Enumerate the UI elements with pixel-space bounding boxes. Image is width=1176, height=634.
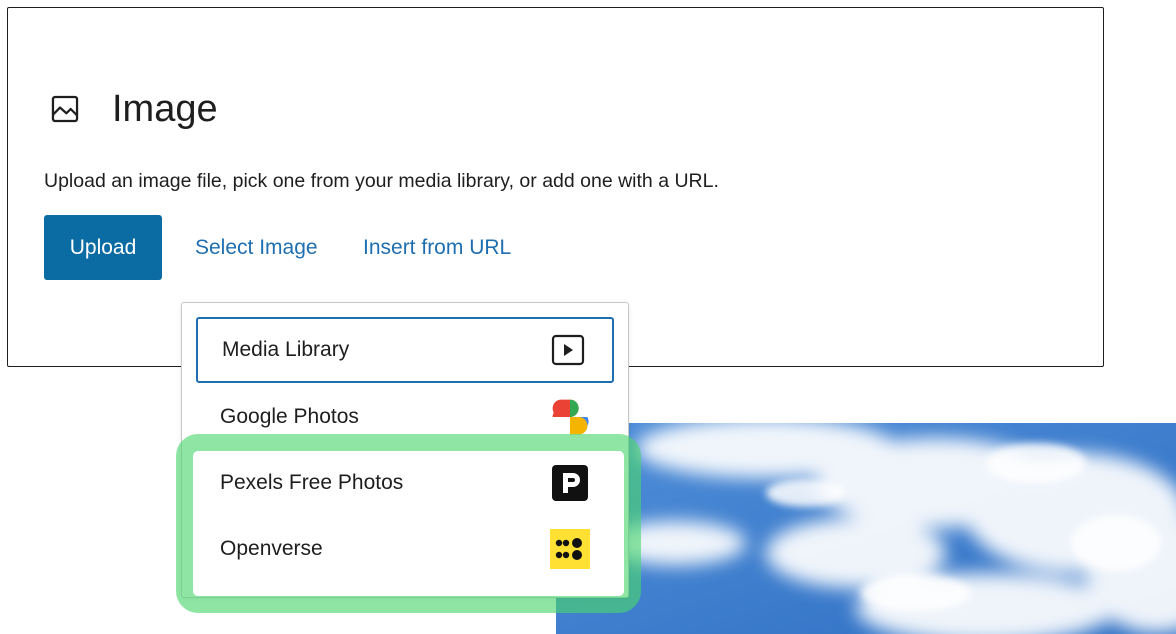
sky-photo: [556, 423, 1176, 634]
menu-item-openverse[interactable]: Openverse: [196, 516, 614, 582]
menu-item-label: Openverse: [220, 537, 323, 560]
media-library-icon: [548, 330, 588, 370]
openverse-icon: [550, 529, 590, 569]
block-title: Image: [112, 88, 218, 130]
select-image-button[interactable]: Select Image: [195, 236, 318, 260]
menu-item-pexels[interactable]: Pexels Free Photos: [196, 450, 614, 516]
menu-item-label: Pexels Free Photos: [220, 471, 404, 494]
menu-item-google-photos[interactable]: Google Photos: [196, 384, 614, 450]
image-icon: [48, 92, 82, 126]
menu-item-media-library[interactable]: Media Library: [196, 317, 614, 383]
insert-from-url-button[interactable]: Insert from URL: [363, 236, 511, 260]
select-image-dropdown: Media Library Google Photos Pexels Free …: [181, 302, 629, 598]
google-photos-icon: [550, 397, 590, 437]
block-header: Image: [48, 90, 218, 128]
upload-button[interactable]: Upload: [44, 215, 162, 280]
block-instructions: Upload an image file, pick one from your…: [44, 170, 719, 192]
editor-canvas: Image Upload an image file, pick one fro…: [0, 0, 1176, 634]
menu-item-label: Google Photos: [220, 405, 359, 428]
pexels-icon: [550, 463, 590, 503]
menu-item-label: Media Library: [222, 338, 350, 361]
